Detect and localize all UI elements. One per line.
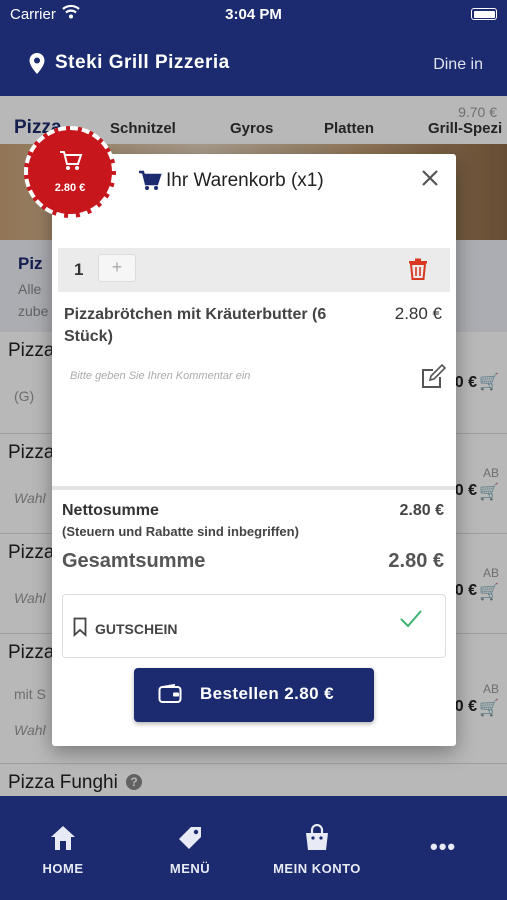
edit-icon[interactable] — [420, 364, 446, 390]
dine-in-toggle[interactable]: Dine in — [433, 56, 483, 74]
wallet-icon — [158, 684, 182, 703]
quantity-row: 1 + — [58, 248, 450, 292]
net-total-label: Nettosumme — [62, 502, 159, 519]
nav-menu-label: MENÜ — [169, 861, 211, 876]
grand-total-value: 2.80 € — [388, 550, 444, 572]
comment-input[interactable]: Bitte geben Sie Ihren Kommentar ein — [70, 370, 250, 382]
home-icon — [51, 826, 75, 850]
quantity-value: 1 — [74, 260, 84, 279]
more-icon[interactable]: ••• — [430, 834, 456, 860]
top-bar: Carrier 3:04 PM Steki Grill Pizzeria Din… — [0, 0, 507, 96]
app-screen: Carrier 3:04 PM Steki Grill Pizzeria Din… — [0, 0, 507, 900]
clock: 3:04 PM — [225, 6, 282, 23]
cart-icon — [60, 151, 83, 170]
product-price: 2.80 € — [394, 304, 442, 323]
order-button[interactable]: Bestellen 2.80 € — [134, 668, 374, 722]
trash-icon[interactable] — [408, 258, 428, 280]
modal-title: Ihr Warenkorb (x1) — [166, 170, 324, 191]
cart-badge[interactable]: 2.80 € — [24, 126, 116, 218]
cart-icon — [139, 170, 162, 190]
cart-modal: Ihr Warenkorb (x1) 1 + Pizzabrötchen mit… — [52, 154, 456, 746]
grand-total-label: Gesamtsumme — [62, 550, 206, 572]
cart-badge-price: 2.80 € — [54, 182, 86, 194]
close-icon[interactable] — [418, 166, 442, 190]
location-pin-icon — [29, 53, 45, 74]
voucher-button[interactable]: GUTSCHEIN — [62, 594, 446, 658]
bookmark-icon — [73, 617, 87, 637]
nav-account-label: MEIN KONTO — [273, 861, 361, 876]
voucher-label: GUTSCHEIN — [95, 621, 178, 637]
product-name: Pizzabrötchen mit Kräuterbutter (6 Stück… — [64, 306, 327, 345]
bottom-navigation: HOME MENÜ MEIN KONTO ••• — [0, 796, 507, 900]
status-bar: Carrier 3:04 PM — [0, 0, 507, 30]
section-divider — [52, 486, 456, 490]
tag-icon — [179, 827, 201, 849]
tax-note: (Steuern und Rabatte sind inbegriffen) — [62, 524, 299, 539]
restaurant-name[interactable]: Steki Grill Pizzeria — [55, 52, 230, 74]
nav-menu[interactable]: MENÜ — [140, 824, 240, 876]
nav-home[interactable]: HOME — [13, 824, 113, 876]
order-button-label: Bestellen 2.80 € — [200, 684, 334, 703]
nav-account[interactable]: MEIN KONTO — [267, 823, 367, 876]
increment-button[interactable]: + — [98, 254, 136, 282]
battery-icon — [471, 8, 497, 20]
shopping-bag-icon — [306, 823, 328, 850]
net-total-value: 2.80 € — [399, 502, 444, 519]
nav-home-label: HOME — [42, 861, 84, 876]
checkmark-icon — [400, 610, 422, 628]
